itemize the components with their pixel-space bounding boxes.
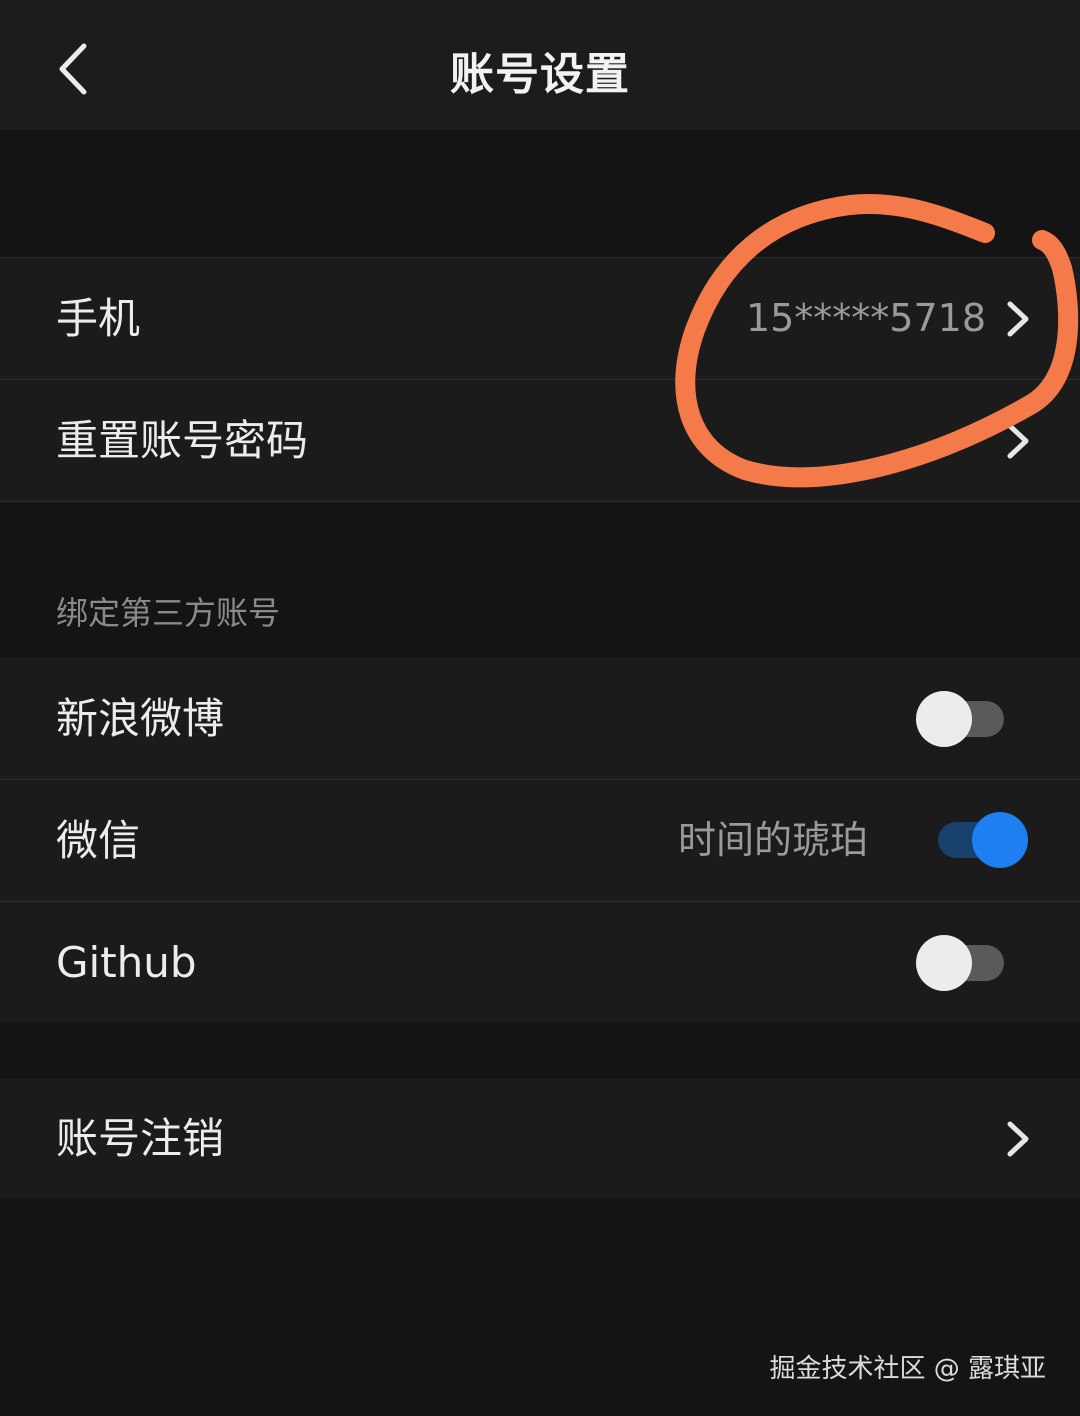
toggle-knob bbox=[972, 812, 1028, 868]
phone-number-value: 15*****5718 bbox=[745, 296, 986, 340]
chevron-right-icon bbox=[1007, 301, 1029, 337]
chevron-right-icon bbox=[1007, 423, 1029, 459]
cancel-account-row[interactable]: 账号注销 bbox=[0, 1078, 1080, 1199]
wechat-row: 微信 时间的琥珀 bbox=[0, 780, 1080, 901]
weibo-row: 新浪微博 bbox=[0, 658, 1080, 779]
weibo-label: 新浪微博 bbox=[56, 694, 225, 743]
page-title: 账号设置 bbox=[450, 49, 630, 100]
toggle-knob bbox=[916, 935, 972, 991]
watermark: 掘金技术社区 @ 露琪亚 bbox=[769, 1354, 1046, 1384]
third-party-section-header: 绑定第三方账号 bbox=[56, 594, 281, 632]
toggle-knob bbox=[916, 691, 972, 747]
divider bbox=[0, 501, 1080, 502]
github-label: Github bbox=[56, 938, 197, 987]
reset-password-label: 重置账号密码 bbox=[56, 416, 309, 465]
navigation-bar: 账号设置 bbox=[0, 0, 1080, 130]
github-toggle[interactable] bbox=[916, 935, 1006, 991]
wechat-toggle[interactable] bbox=[938, 812, 1028, 868]
weibo-toggle[interactable] bbox=[916, 691, 1006, 747]
phone-label: 手机 bbox=[56, 294, 141, 343]
phone-row[interactable]: 手机 15*****5718 bbox=[0, 258, 1080, 379]
wechat-label: 微信 bbox=[56, 816, 141, 865]
chevron-right-icon bbox=[1007, 1121, 1029, 1157]
wechat-account-name: 时间的琥珀 bbox=[677, 818, 868, 862]
reset-password-row[interactable]: 重置账号密码 bbox=[0, 380, 1080, 501]
cancel-account-label: 账号注销 bbox=[56, 1114, 225, 1163]
github-row: Github bbox=[0, 902, 1080, 1023]
